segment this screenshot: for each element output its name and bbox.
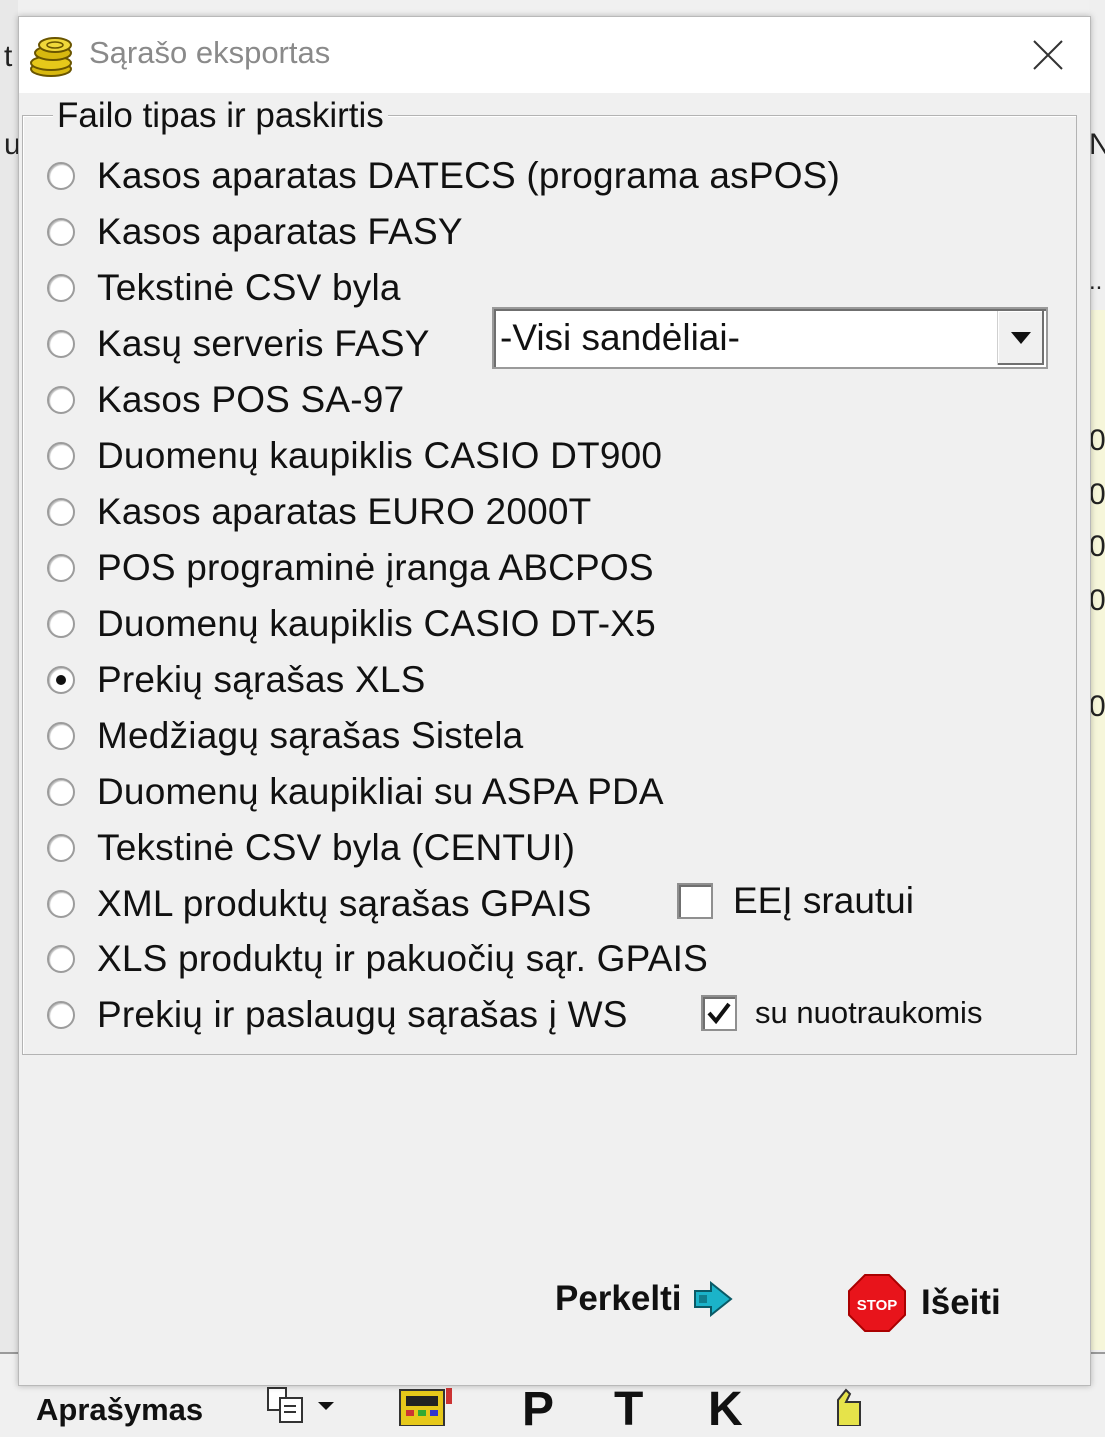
radio-button[interactable] (47, 442, 75, 470)
checkbox-checked[interactable] (701, 995, 737, 1031)
radio-button[interactable] (47, 610, 75, 638)
option-datecs[interactable]: Kasos aparatas DATECS (programa asPOS) (47, 153, 840, 199)
option-label: Kasos POS SA-97 (97, 379, 405, 420)
cash-register-icon[interactable] (396, 1386, 456, 1431)
radio-button[interactable] (47, 890, 75, 918)
option-label: Tekstinė CSV byla (97, 267, 401, 308)
option-fasy[interactable]: Kasos aparatas FASY (47, 209, 463, 255)
title-bar[interactable]: Sąrašo eksportas (19, 17, 1090, 93)
option-casio-dtx5[interactable]: Duomenų kaupiklis CASIO DT-X5 (47, 601, 656, 647)
option-label: Tekstinė CSV byla (CENTUI) (97, 827, 576, 868)
option-sistela[interactable]: Medžiagų sąrašas Sistela (47, 713, 523, 759)
radio-button[interactable] (47, 554, 75, 582)
option-label: Duomenų kaupiklis CASIO DT-X5 (97, 603, 656, 644)
option-label: Prekių ir paslaugų sąrašas į WS (97, 994, 628, 1035)
svg-text:STOP: STOP (857, 1297, 898, 1314)
chevron-down-icon (1011, 332, 1031, 344)
option-label: Kasos aparatas EURO 2000T (97, 491, 592, 532)
close-icon (1033, 40, 1063, 70)
background-text: 0 (1089, 530, 1105, 563)
checkmark-icon (707, 1002, 731, 1024)
radio-button[interactable] (47, 162, 75, 190)
coins-icon (29, 31, 77, 79)
close-button[interactable] (1024, 31, 1072, 79)
radio-button[interactable] (47, 218, 75, 246)
dialog-title: Sąrašo eksportas (89, 35, 331, 70)
option-label: Duomenų kaupiklis CASIO DT900 (97, 435, 663, 476)
eei-checkbox[interactable]: EEĮ srautui (677, 880, 914, 922)
background-text: N (1089, 128, 1105, 161)
radio-button[interactable] (47, 1001, 75, 1029)
option-xls-gpais[interactable]: XLS produktų ir pakuočių sąr. GPAIS (47, 936, 708, 982)
option-label: Kasos aparatas FASY (97, 211, 463, 252)
background-text: 0 (1089, 690, 1105, 723)
background-left-strip: t u (0, 0, 21, 1423)
toolbar-button-t[interactable]: T (614, 1382, 643, 1437)
radio-button[interactable] (47, 778, 75, 806)
option-aspa-pda[interactable]: Duomenų kaupikliai su ASPA PDA (47, 769, 664, 815)
option-csv[interactable]: Tekstinė CSV byla (47, 265, 401, 311)
documents-dropdown-icon[interactable] (266, 1386, 338, 1431)
option-label: XLS produktų ir pakuočių sąr. GPAIS (97, 938, 708, 979)
stop-sign-icon: STOP (848, 1274, 906, 1332)
checkbox[interactable] (677, 883, 713, 919)
toolbar-button-k[interactable]: K (708, 1382, 743, 1437)
option-ws[interactable]: Prekių ir paslaugų sąrašas į WS (47, 992, 628, 1038)
option-label: POS programinė įranga ABCPOS (97, 547, 654, 588)
option-xls-products[interactable]: Prekių sąrašas XLS (47, 657, 426, 703)
background-right-strip: N .. 0 0 0 0 0 (1089, 0, 1105, 1423)
warehouse-select[interactable]: -Visi sandėliai- (492, 307, 1048, 369)
radio-button[interactable] (47, 386, 75, 414)
radio-button[interactable] (47, 945, 75, 973)
hand-pointer-icon[interactable] (824, 1386, 868, 1431)
group-legend: Failo tipas ir paskirtis (53, 96, 388, 136)
photos-checkbox[interactable]: su nuotraukomis (701, 995, 982, 1031)
option-sa97[interactable]: Kasos POS SA-97 (47, 377, 404, 423)
dropdown-button[interactable] (997, 311, 1044, 365)
exit-button-label: Išeiti (921, 1283, 1001, 1322)
background-text: 0 (1089, 584, 1105, 617)
option-casio-dt900[interactable]: Duomenų kaupiklis CASIO DT900 (47, 433, 662, 479)
radio-button[interactable] (47, 722, 75, 750)
option-label: Kasos aparatas DATECS (programa asPOS) (97, 155, 841, 196)
export-dialog: Sąrašo eksportas Failo tipas ir paskirti… (18, 16, 1091, 1386)
exit-button[interactable]: STOP Išeiti (847, 1273, 1001, 1333)
option-label: Kasų serveris FASY (97, 323, 430, 364)
radio-button[interactable] (47, 274, 75, 302)
background-text: .. (1089, 268, 1103, 295)
option-fasy-server[interactable]: Kasų serveris FASY (47, 321, 430, 367)
option-label: XML produktų sąrašas GPAIS (97, 883, 592, 924)
option-csv-centui[interactable]: Tekstinė CSV byla (CENTUI) (47, 825, 575, 871)
option-xml-gpais[interactable]: XML produktų sąrašas GPAIS (47, 881, 592, 927)
radio-button[interactable] (47, 498, 75, 526)
radio-button-selected[interactable] (47, 666, 75, 694)
checkbox-label: su nuotraukomis (755, 995, 983, 1030)
checkbox-label: EEĮ srautui (733, 880, 914, 921)
option-label: Medžiagų sąrašas Sistela (97, 715, 524, 756)
transfer-button-label: Perkelti (555, 1279, 682, 1318)
background-text: 0 (1089, 424, 1105, 457)
file-type-group: Failo tipas ir paskirtis Kasos aparatas … (22, 96, 1077, 1055)
arrow-right-icon (694, 1281, 734, 1317)
radio-button[interactable] (47, 330, 75, 358)
toolbar-button-p[interactable]: P (522, 1382, 554, 1437)
option-label: Duomenų kaupikliai su ASPA PDA (97, 771, 664, 812)
background-text: 0 (1089, 478, 1105, 511)
option-euro2000t[interactable]: Kasos aparatas EURO 2000T (47, 489, 591, 535)
background-text: t (4, 40, 13, 73)
option-label: Prekių sąrašas XLS (97, 659, 426, 700)
radio-button[interactable] (47, 834, 75, 862)
transfer-button[interactable]: Perkelti (555, 1279, 734, 1319)
warehouse-select-value: -Visi sandėliai- (500, 317, 740, 358)
option-abcpos[interactable]: POS programinė įranga ABCPOS (47, 545, 654, 591)
